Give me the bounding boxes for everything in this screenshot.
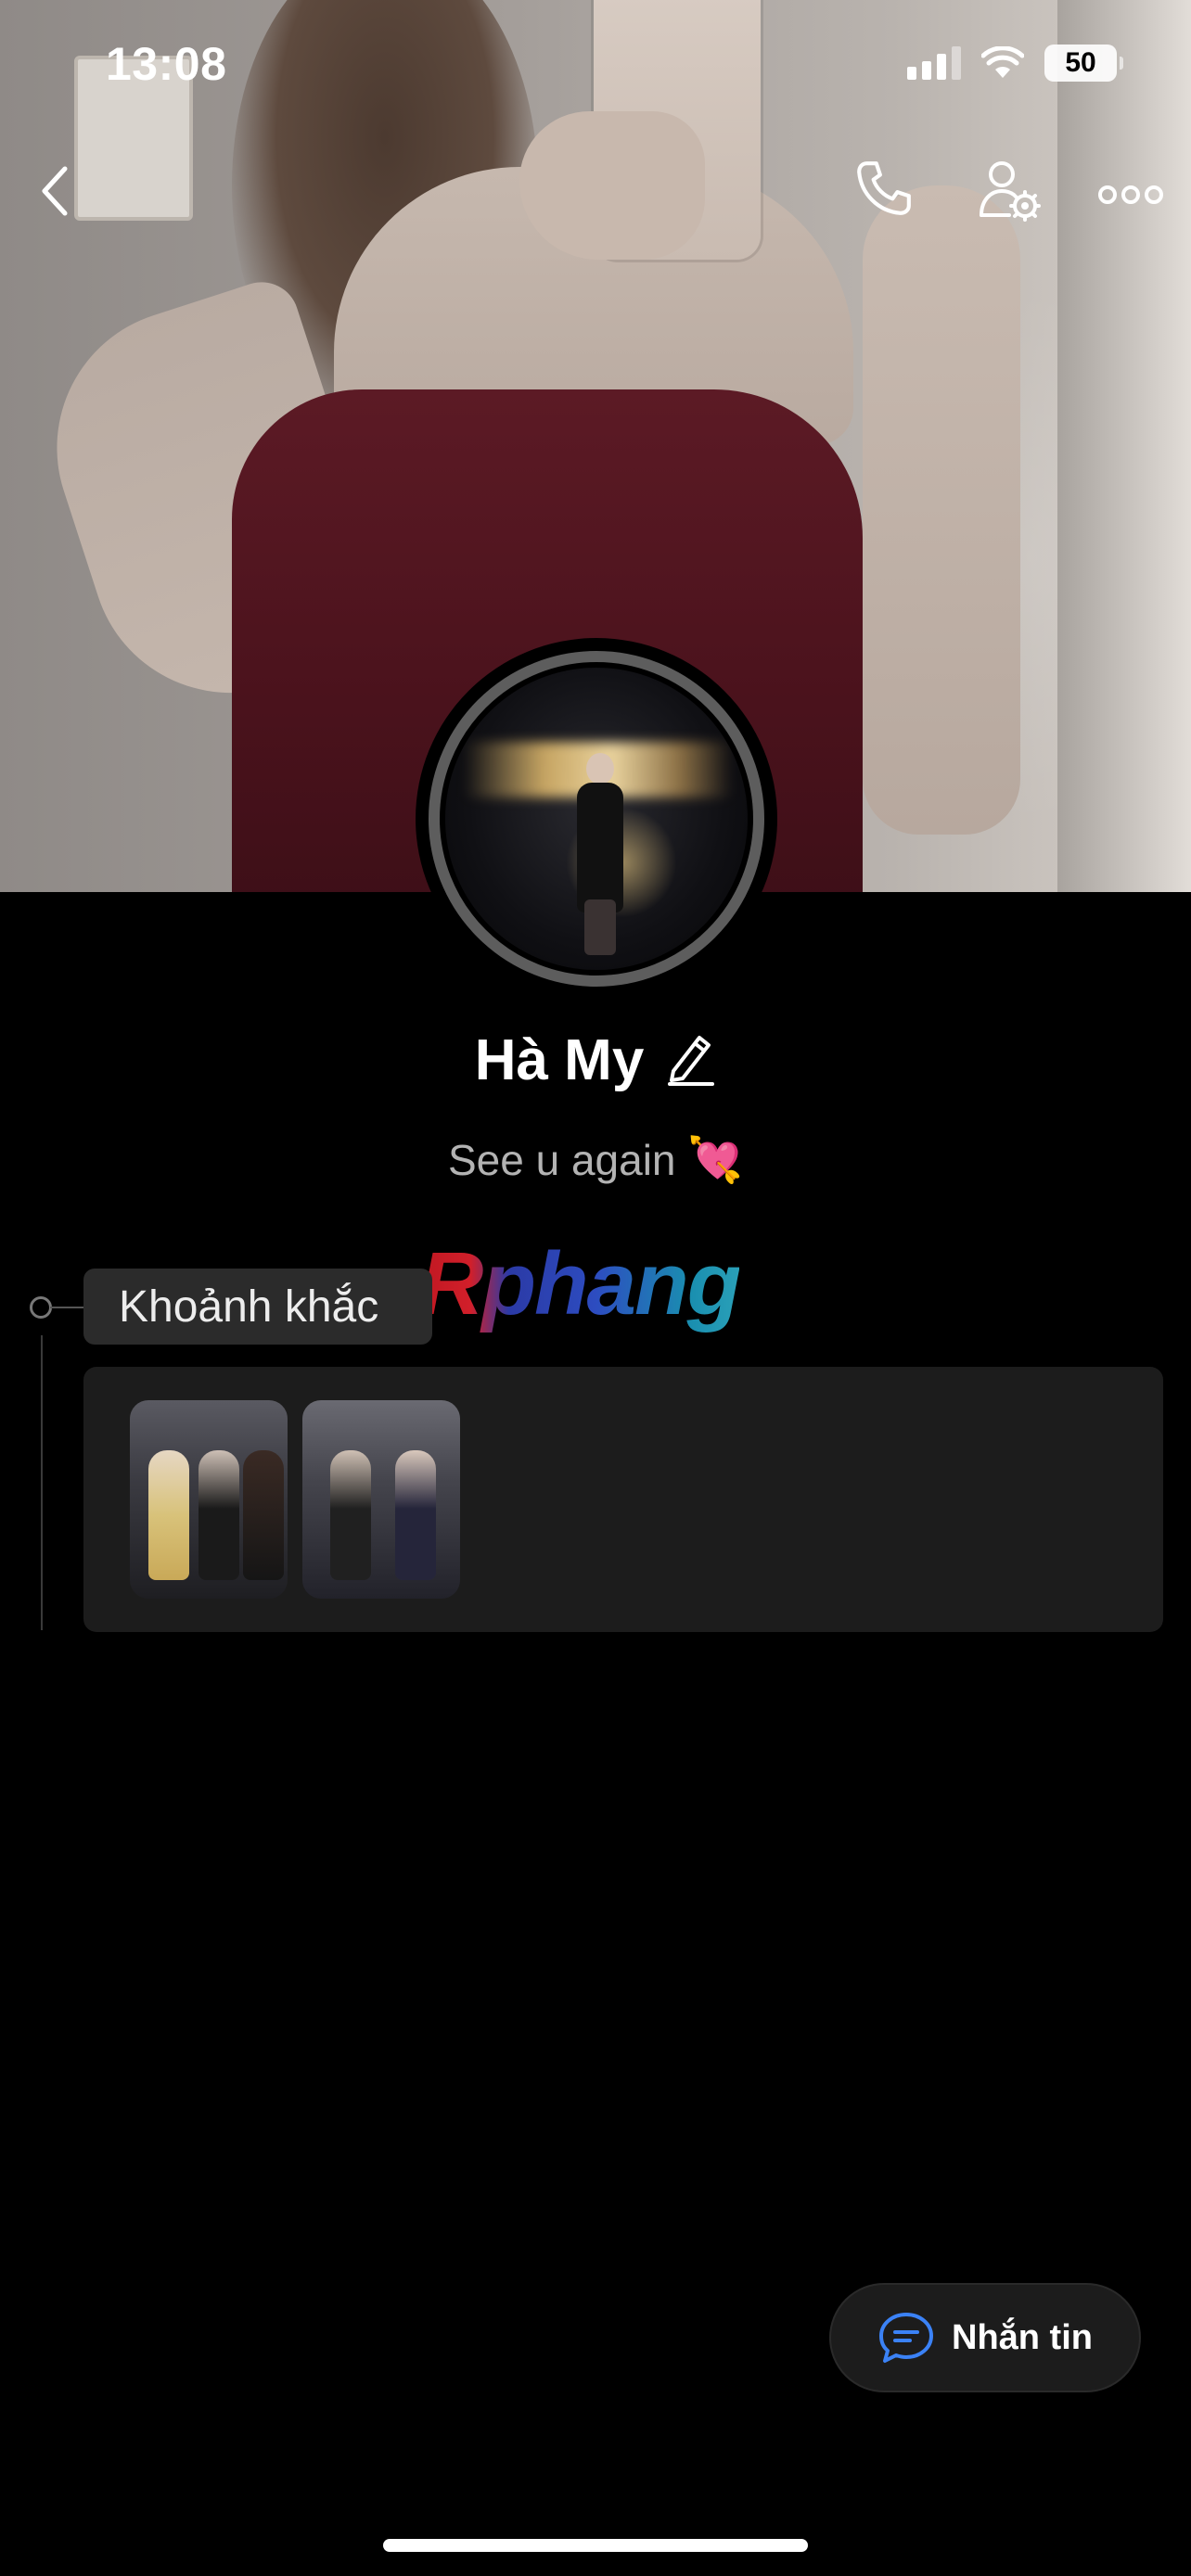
user-gear-icon	[980, 161, 1041, 222]
bio-text: See u again	[447, 1136, 676, 1184]
profile-settings-button[interactable]	[976, 158, 1043, 227]
timeline-dot	[30, 1296, 52, 1319]
avatar-photo	[445, 668, 748, 970]
edit-name-button[interactable]	[664, 1030, 716, 1090]
message-button[interactable]: Nhắn tin	[829, 2283, 1141, 2392]
profile-name-row: Hà My	[0, 1027, 1191, 1093]
profile-bio: See u again 💘	[0, 1133, 1191, 1186]
call-button[interactable]	[853, 158, 915, 223]
signal-icon	[907, 46, 961, 80]
thumbnail-detail	[330, 1450, 371, 1580]
status-icons: 50	[907, 45, 1123, 82]
timeline-line	[41, 1335, 43, 1630]
watermark-logo: Rphang	[419, 1234, 741, 1333]
cover-photo-detail	[519, 111, 705, 260]
avatar-border	[429, 651, 764, 987]
avatar[interactable]	[416, 638, 777, 1000]
more-horizontal-icon	[1098, 185, 1163, 204]
avatar-photo-detail	[577, 783, 623, 912]
status-time: 13:08	[106, 38, 227, 90]
avatar-photo-detail	[584, 899, 616, 955]
more-button[interactable]	[1098, 184, 1163, 210]
moments-label: Khoảnh khắc	[83, 1269, 432, 1345]
back-button[interactable]	[37, 163, 74, 223]
moment-thumbnail[interactable]	[302, 1400, 460, 1599]
thumbnail-detail	[395, 1450, 436, 1580]
profile-name: Hà My	[474, 1028, 645, 1092]
avatar-photo-detail	[586, 753, 614, 784]
wifi-icon	[981, 46, 1024, 78]
battery-icon: 50	[1044, 45, 1123, 82]
moments-card	[83, 1367, 1163, 1632]
chat-bubble-icon	[879, 2313, 933, 2363]
home-indicator[interactable]	[383, 2539, 808, 2552]
thumbnail-detail	[198, 1450, 239, 1580]
cover-photo-detail	[863, 185, 1020, 835]
bio-emoji: 💘	[687, 1136, 744, 1185]
phone-icon	[857, 161, 911, 215]
moment-thumbnail[interactable]	[130, 1400, 288, 1599]
chevron-left-icon	[42, 166, 68, 216]
thumbnail-detail	[148, 1450, 189, 1580]
pencil-icon	[668, 1036, 715, 1086]
message-button-label: Nhắn tin	[952, 2317, 1093, 2357]
thumbnail-detail	[243, 1450, 284, 1580]
timeline-connector	[50, 1307, 83, 1308]
cover-photo-detail	[1057, 0, 1191, 892]
